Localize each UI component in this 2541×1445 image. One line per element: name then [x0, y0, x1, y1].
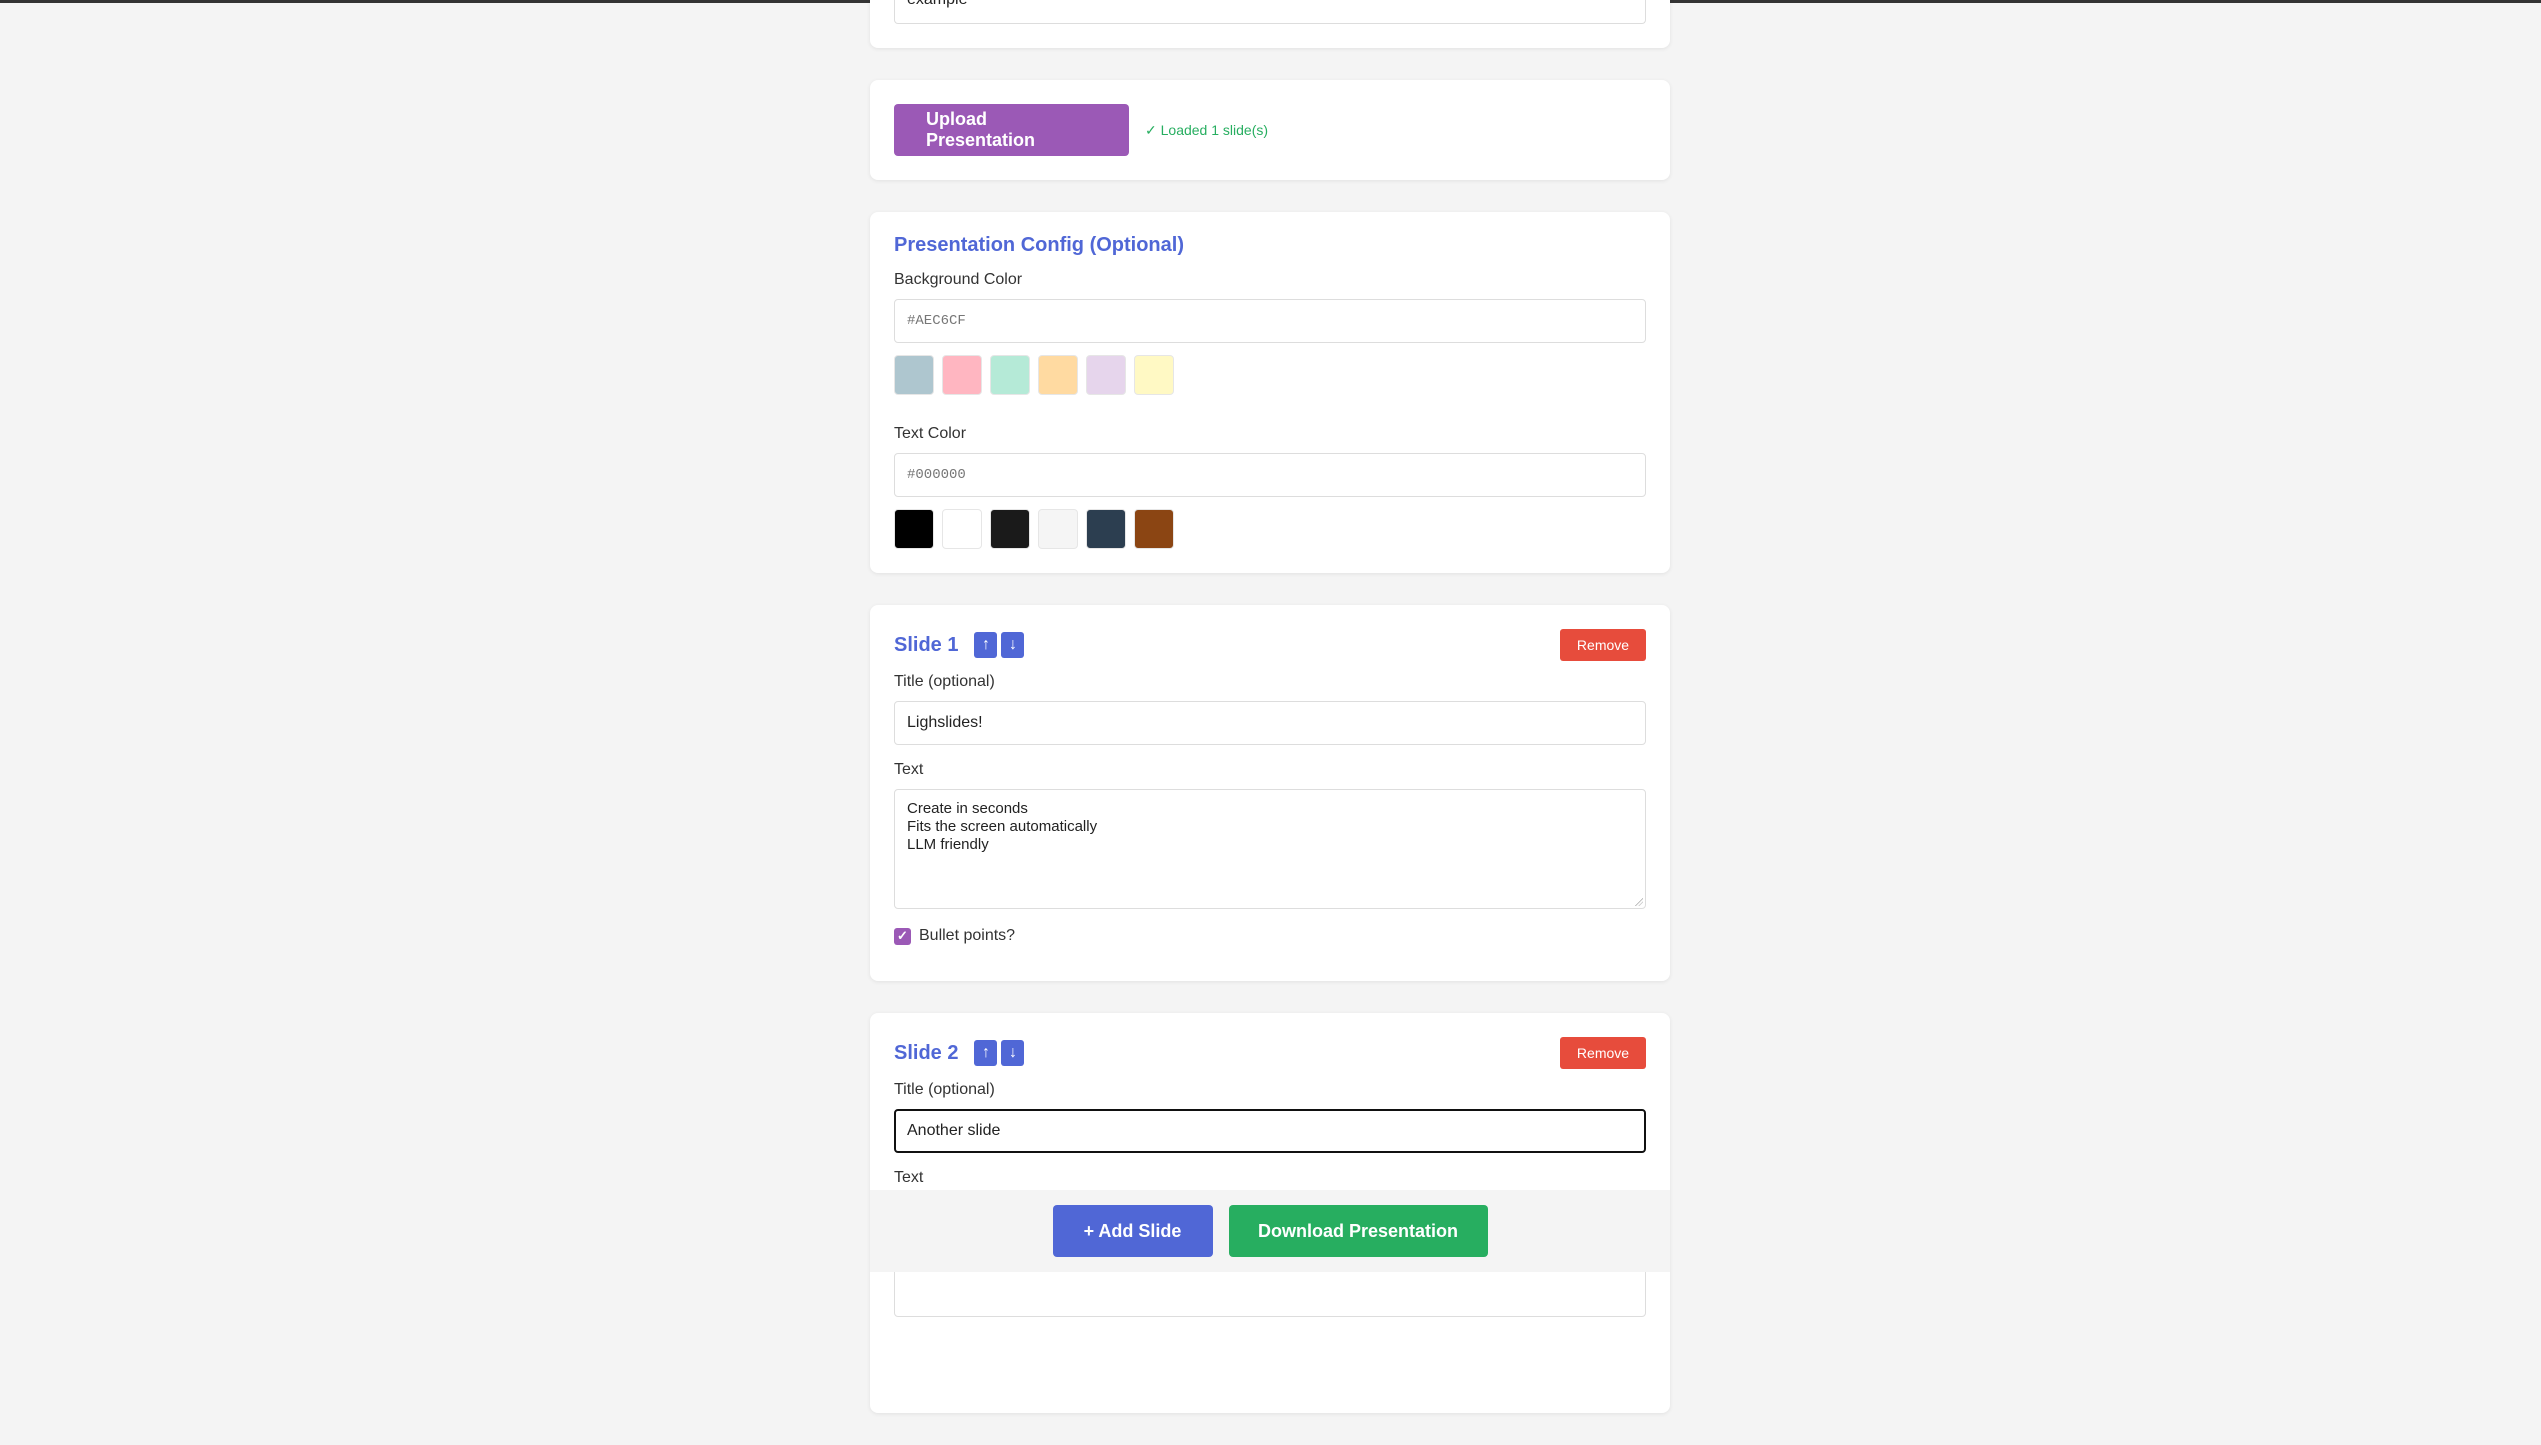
slide-title-label: Title (optional): [894, 673, 995, 690]
top-card: example: [870, 0, 1670, 48]
slide-text-input[interactable]: Create in seconds Fits the screen automa…: [894, 789, 1646, 909]
text-color-swatch[interactable]: [1134, 509, 1174, 549]
slide-card: Slide 1 ↑ ↓ Remove Title (optional) Ligh…: [870, 605, 1670, 981]
text-swatches: [894, 509, 1646, 549]
top-input-value: example: [907, 0, 967, 9]
background-color-swatch[interactable]: [942, 355, 982, 395]
resize-handle[interactable]: [1635, 898, 1643, 906]
background-swatches: [894, 355, 1646, 395]
remove-slide-button[interactable]: Remove: [1560, 629, 1646, 661]
slide-heading: Slide 2: [894, 1041, 959, 1064]
bullet-points-checkbox[interactable]: ✓: [894, 927, 911, 945]
upload-status: ✓ Loaded 1 slide(s): [1145, 121, 1269, 138]
text-color-swatch[interactable]: [1038, 509, 1078, 549]
background-color-swatch[interactable]: [894, 355, 934, 395]
slide-text-label: Text: [894, 1169, 924, 1186]
text-line: Fits the screen automatically: [907, 818, 1098, 835]
background-color-placeholder: #AEC6CF: [907, 313, 966, 329]
text-line: Create in seconds: [907, 800, 1028, 817]
top-input[interactable]: example: [894, 0, 1646, 24]
slide-title-value: Lighslides!: [907, 714, 983, 731]
text-color-placeholder: #000000: [907, 467, 966, 483]
text-color-swatch[interactable]: [990, 509, 1030, 549]
config-title: Presentation Config (Optional): [894, 234, 1184, 256]
text-color-swatch[interactable]: [894, 509, 934, 549]
slide-title-label: Title (optional): [894, 1081, 995, 1098]
background-color-swatch[interactable]: [1086, 355, 1126, 395]
text-line: LLM friendly: [907, 836, 989, 853]
text-color-label: Text Color: [894, 425, 967, 442]
upload-presentation-button[interactable]: Upload Presentation: [894, 104, 1129, 156]
move-down-button[interactable]: ↓: [1001, 632, 1025, 658]
background-color-swatch[interactable]: [1038, 355, 1078, 395]
bottom-action-bar: + Add Slide Download Presentation: [870, 1190, 1670, 1272]
text-color-swatch[interactable]: [942, 509, 982, 549]
background-color-label: Background Color: [894, 271, 1023, 288]
download-presentation-button[interactable]: Download Presentation: [1228, 1205, 1488, 1257]
bullet-points-label: Bullet points?: [919, 927, 1016, 944]
text-color-input[interactable]: #000000: [894, 453, 1646, 497]
remove-slide-button[interactable]: Remove: [1560, 1037, 1646, 1069]
background-color-input[interactable]: #AEC6CF: [894, 299, 1646, 343]
text-color-swatch[interactable]: [1086, 509, 1126, 549]
background-color-swatch[interactable]: [1134, 355, 1174, 395]
move-down-button[interactable]: ↓: [1001, 1040, 1025, 1066]
slide-title-value: Another slide: [907, 1122, 1001, 1139]
config-card: Presentation Config (Optional) Backgroun…: [870, 212, 1670, 573]
add-slide-button[interactable]: + Add Slide: [1052, 1205, 1213, 1257]
move-up-button[interactable]: ↑: [974, 1040, 998, 1066]
slide-title-input[interactable]: Lighslides!: [894, 701, 1646, 745]
slide-text-label: Text: [894, 761, 924, 778]
slide-heading: Slide 1: [894, 633, 959, 656]
upload-card: Upload Presentation ✓ Loaded 1 slide(s): [870, 80, 1670, 180]
move-up-button[interactable]: ↑: [974, 632, 998, 658]
background-color-swatch[interactable]: [990, 355, 1030, 395]
slide-title-input[interactable]: Another slide: [894, 1109, 1646, 1153]
